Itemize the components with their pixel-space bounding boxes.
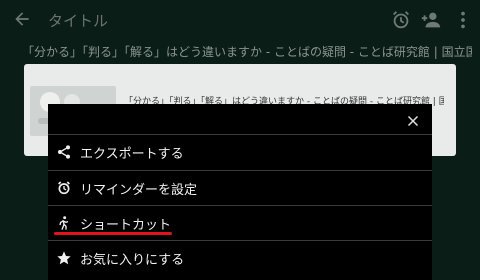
menu-item-label: リマインダーを設定 <box>80 183 198 198</box>
add-person-icon[interactable] <box>420 9 442 31</box>
close-icon[interactable] <box>404 112 422 130</box>
menu-item-reminder[interactable]: リマインダーを設定 <box>48 170 432 205</box>
menu-item-export[interactable]: エクスポートする <box>48 134 432 169</box>
menu-item-favorite[interactable]: お気に入りにする <box>48 240 432 275</box>
menu-item-label: お気に入りにする <box>80 253 185 268</box>
highlight-underline <box>54 232 172 235</box>
alarm-icon[interactable] <box>390 9 412 31</box>
app-bar: タイトル <box>0 0 480 40</box>
menu-item-label: エクスポートする <box>80 147 184 162</box>
page-title: タイトル <box>48 12 109 30</box>
page-heading: 「分かる」「判る」「解る」はどう違いますか - ことばの疑問 - ことば研究館 … <box>22 45 472 59</box>
action-sheet: エクスポートする リマインダーを設定 ショートカット お気に入りにする <box>48 104 432 280</box>
share-icon <box>56 144 72 160</box>
star-icon <box>56 250 72 266</box>
more-vert-icon[interactable] <box>452 9 474 31</box>
back-arrow-icon[interactable] <box>12 9 32 29</box>
alarm-icon <box>56 180 72 196</box>
shortcut-icon <box>56 215 72 231</box>
menu-item-label: ショートカット <box>80 218 172 233</box>
